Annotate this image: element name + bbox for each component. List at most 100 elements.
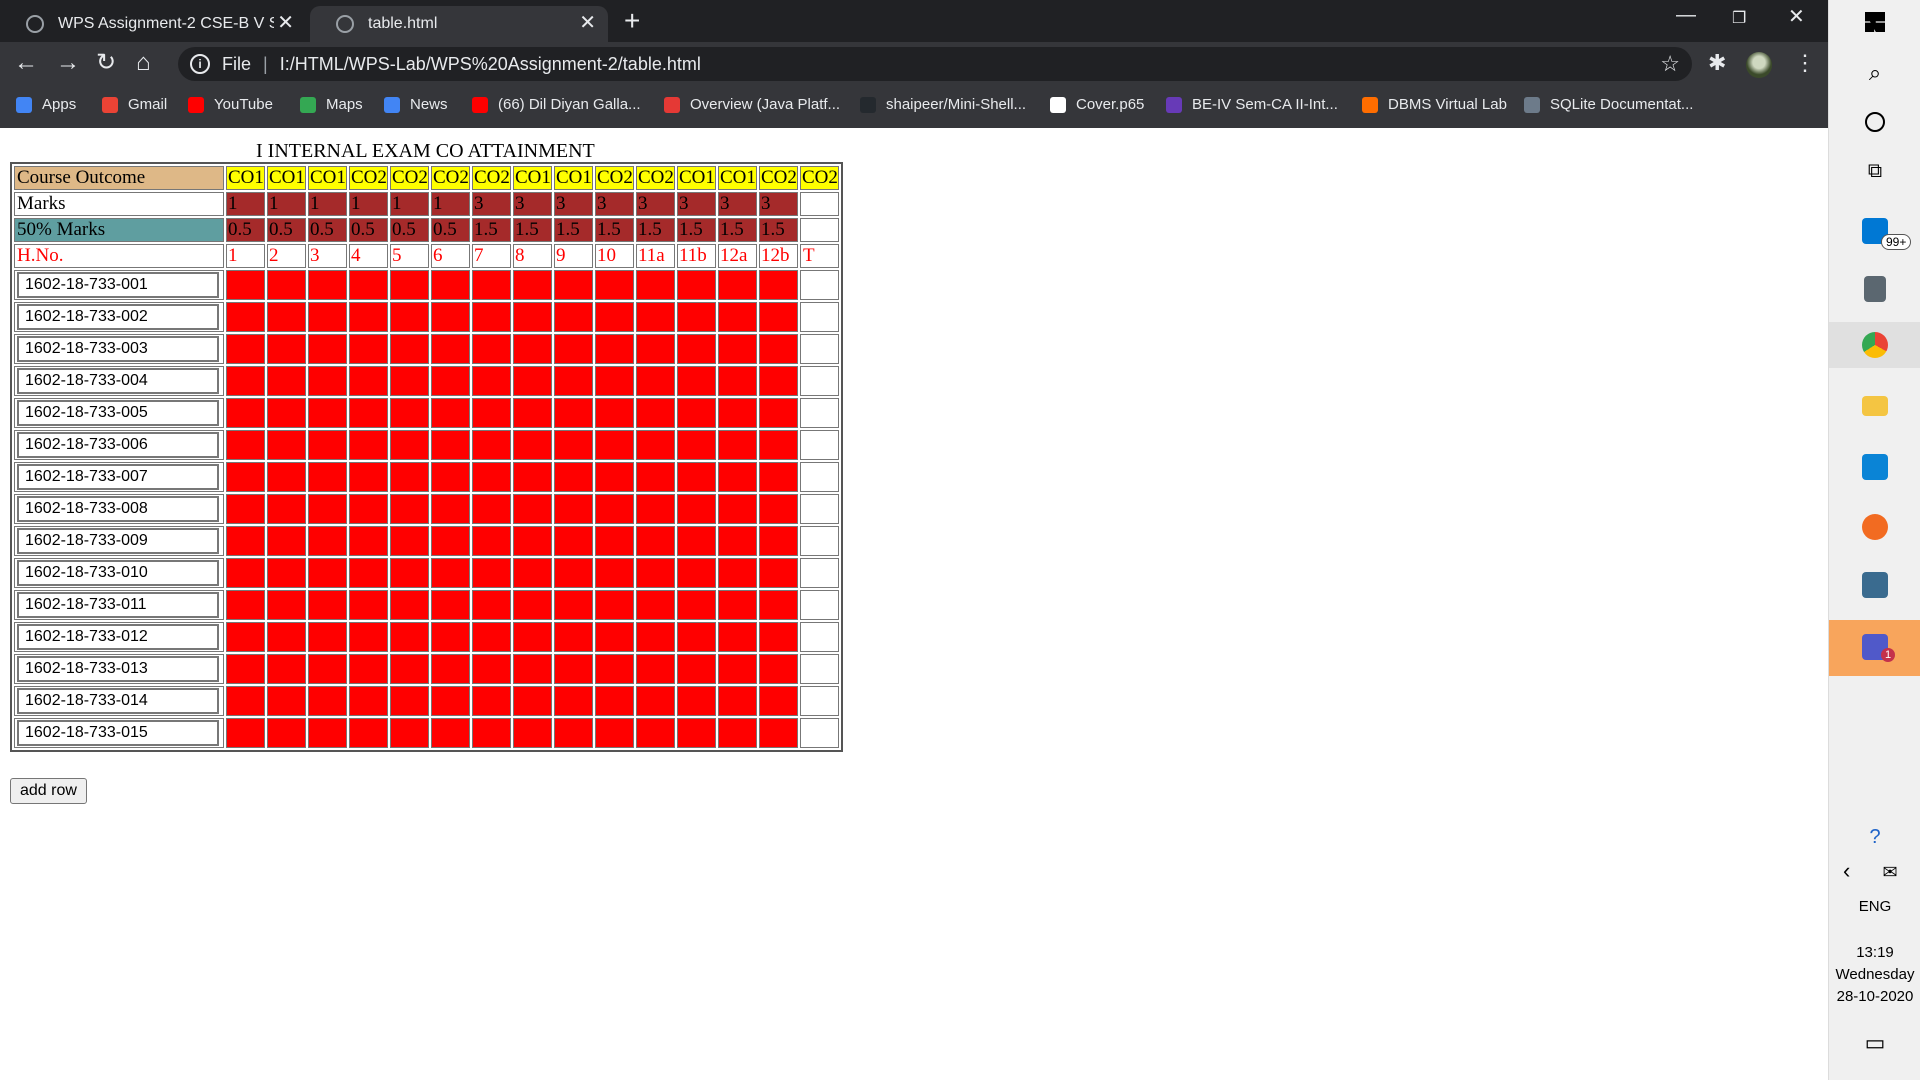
tab-wps-assignment[interactable]: WPS Assignment-2 CSE-B V SEM ✕ <box>0 6 306 42</box>
bookmark-9[interactable]: BE-IV Sem-CA II-Int... <box>1166 96 1338 113</box>
restore-icon[interactable]: ❐ <box>1732 8 1746 28</box>
add-row-button[interactable]: add row <box>10 778 87 804</box>
mark-entry-cell[interactable] <box>636 718 675 748</box>
mark-entry-cell[interactable] <box>759 686 798 716</box>
mark-entry-cell[interactable] <box>349 654 388 684</box>
hall-ticket-input[interactable] <box>17 528 219 554</box>
mark-entry-cell[interactable] <box>267 430 306 460</box>
mark-entry-cell[interactable] <box>226 270 265 300</box>
mark-entry-cell[interactable] <box>677 302 716 332</box>
mark-entry-cell[interactable] <box>636 590 675 620</box>
mark-entry-cell[interactable] <box>226 302 265 332</box>
mark-entry-cell[interactable] <box>759 462 798 492</box>
mark-entry-cell[interactable] <box>554 622 593 652</box>
mark-entry-cell[interactable] <box>226 334 265 364</box>
mark-entry-cell[interactable] <box>595 430 634 460</box>
mark-entry-cell[interactable] <box>595 302 634 332</box>
mark-entry-cell[interactable] <box>513 686 552 716</box>
mark-entry-cell[interactable] <box>308 622 347 652</box>
mark-entry-cell[interactable] <box>677 686 716 716</box>
mark-entry-cell[interactable] <box>718 366 757 396</box>
mark-entry-cell[interactable] <box>349 558 388 588</box>
mark-entry-cell[interactable] <box>595 494 634 524</box>
mark-entry-cell[interactable] <box>267 590 306 620</box>
mark-entry-cell[interactable] <box>390 526 429 556</box>
profile-avatar[interactable] <box>1746 52 1772 78</box>
mark-entry-cell[interactable] <box>472 430 511 460</box>
tab-table-html[interactable]: table.html ✕ <box>310 6 608 42</box>
mark-entry-cell[interactable] <box>759 558 798 588</box>
mark-entry-cell[interactable] <box>226 558 265 588</box>
mark-entry-cell[interactable] <box>349 462 388 492</box>
hall-ticket-input[interactable] <box>17 272 219 298</box>
mark-entry-cell[interactable] <box>390 590 429 620</box>
mark-entry-cell[interactable] <box>718 494 757 524</box>
mark-entry-cell[interactable] <box>595 654 634 684</box>
mark-entry-cell[interactable] <box>390 654 429 684</box>
cortana-icon[interactable] <box>1829 112 1920 137</box>
mail-app-icon[interactable]: 99+ <box>1829 218 1920 250</box>
mark-entry-cell[interactable] <box>349 526 388 556</box>
mark-entry-cell[interactable] <box>636 686 675 716</box>
mark-entry-cell[interactable] <box>226 718 265 748</box>
menu-icon[interactable]: ⋮ <box>1794 50 1816 76</box>
mark-entry-cell[interactable] <box>267 270 306 300</box>
mark-entry-cell[interactable] <box>431 526 470 556</box>
mark-entry-cell[interactable] <box>595 366 634 396</box>
mark-entry-cell[interactable] <box>759 366 798 396</box>
mark-entry-cell[interactable] <box>636 302 675 332</box>
mark-entry-cell[interactable] <box>472 718 511 748</box>
mark-entry-cell[interactable] <box>308 718 347 748</box>
mark-entry-cell[interactable] <box>759 718 798 748</box>
mark-entry-cell[interactable] <box>554 718 593 748</box>
mark-entry-cell[interactable] <box>472 366 511 396</box>
mark-entry-cell[interactable] <box>718 430 757 460</box>
mark-entry-cell[interactable] <box>636 654 675 684</box>
mark-entry-cell[interactable] <box>677 462 716 492</box>
mark-entry-cell[interactable] <box>349 270 388 300</box>
mark-entry-cell[interactable] <box>431 334 470 364</box>
chrome-taskbar-icon[interactable] <box>1829 322 1920 368</box>
hall-ticket-input[interactable] <box>17 656 219 682</box>
mark-entry-cell[interactable] <box>390 270 429 300</box>
mark-entry-cell[interactable] <box>636 494 675 524</box>
mark-entry-cell[interactable] <box>759 526 798 556</box>
mark-entry-cell[interactable] <box>349 686 388 716</box>
bookmark-6[interactable]: Overview (Java Platf... <box>664 96 840 113</box>
hall-ticket-input[interactable] <box>17 336 219 362</box>
mark-entry-cell[interactable] <box>431 718 470 748</box>
mark-entry-cell[interactable] <box>226 526 265 556</box>
mark-entry-cell[interactable] <box>595 462 634 492</box>
mark-entry-cell[interactable] <box>226 654 265 684</box>
mark-entry-cell[interactable] <box>308 270 347 300</box>
mark-entry-cell[interactable] <box>595 526 634 556</box>
mark-entry-cell[interactable] <box>513 302 552 332</box>
calculator-icon[interactable] <box>1829 276 1920 307</box>
bookmark-5[interactable]: (66) Dil Diyan Galla... <box>472 96 641 113</box>
start-button[interactable] <box>1829 12 1920 37</box>
search-icon[interactable]: ⌕ <box>1829 60 1920 86</box>
mark-entry-cell[interactable] <box>759 430 798 460</box>
mark-entry-cell[interactable] <box>677 654 716 684</box>
mark-entry-cell[interactable] <box>390 622 429 652</box>
mark-entry-cell[interactable] <box>718 398 757 428</box>
mark-entry-cell[interactable] <box>472 654 511 684</box>
mark-entry-cell[interactable] <box>349 398 388 428</box>
mark-entry-cell[interactable] <box>677 366 716 396</box>
mark-entry-cell[interactable] <box>390 494 429 524</box>
mark-entry-cell[interactable] <box>554 590 593 620</box>
mark-entry-cell[interactable] <box>390 686 429 716</box>
mark-entry-cell[interactable] <box>431 654 470 684</box>
hall-ticket-input[interactable] <box>17 624 219 650</box>
mark-entry-cell[interactable] <box>677 334 716 364</box>
mark-entry-cell[interactable] <box>349 718 388 748</box>
bookmark-2[interactable]: YouTube <box>188 96 273 113</box>
mark-entry-cell[interactable] <box>349 430 388 460</box>
mark-entry-cell[interactable] <box>636 526 675 556</box>
bookmark-8[interactable]: Cover.p65 <box>1050 96 1144 113</box>
mark-entry-cell[interactable] <box>267 718 306 748</box>
mark-entry-cell[interactable] <box>718 302 757 332</box>
mark-entry-cell[interactable] <box>431 622 470 652</box>
mark-entry-cell[interactable] <box>759 334 798 364</box>
mark-entry-cell[interactable] <box>226 462 265 492</box>
